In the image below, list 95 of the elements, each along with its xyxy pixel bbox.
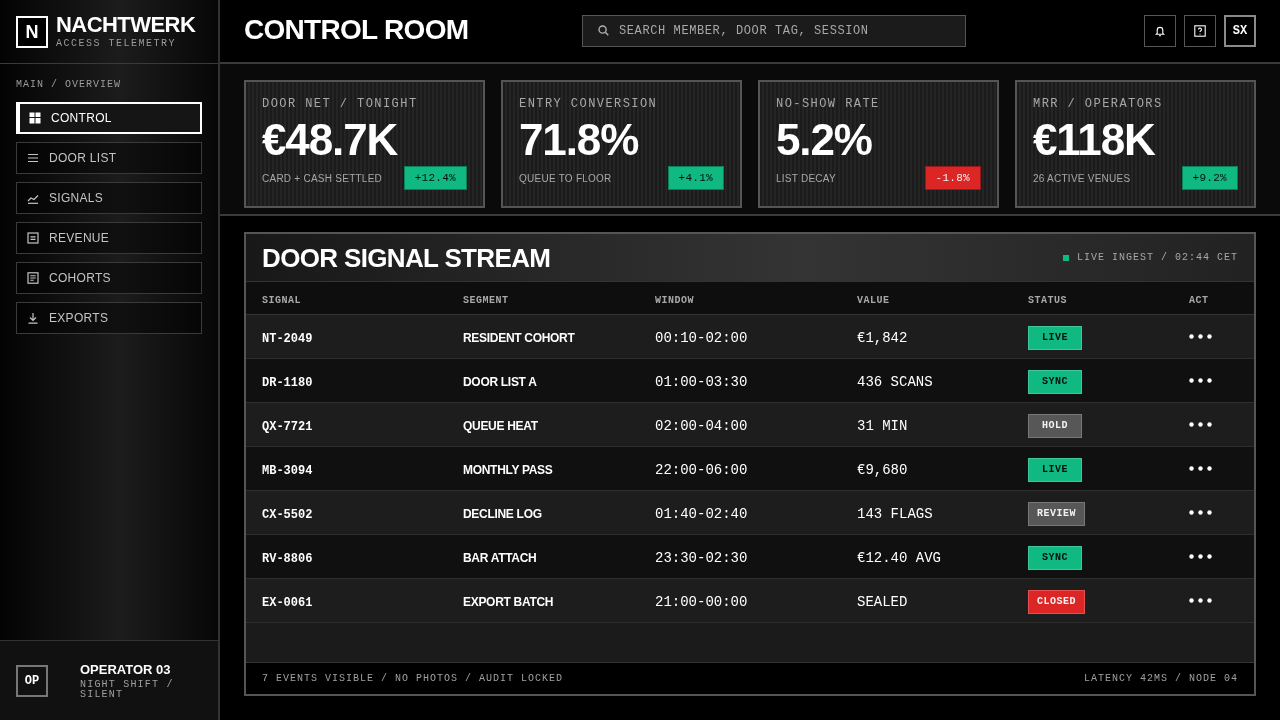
document-icon xyxy=(27,232,39,244)
signal-id: NT-2049 xyxy=(262,331,313,346)
time-window: 01:00-03:30 xyxy=(655,373,748,390)
signal-value: 143 FLAGS xyxy=(857,505,933,522)
kpi-value: 5.2% xyxy=(776,118,873,162)
nav-item[interactable]: REVENUE xyxy=(16,222,202,254)
signal-value: €1,842 xyxy=(857,329,908,346)
delta-badge: +9.2% xyxy=(1181,166,1238,190)
column-header: ACT xyxy=(1189,295,1209,306)
document-icon xyxy=(27,272,39,284)
user-avatar: OP xyxy=(16,664,48,697)
more-icon[interactable] xyxy=(1189,510,1212,515)
help-button[interactable] xyxy=(1184,15,1216,47)
kpi-note: QUEUE TO FLOOR xyxy=(519,171,612,186)
column-header: VALUE xyxy=(857,295,890,306)
user-name: OPERATOR 03 xyxy=(80,661,172,678)
time-window: 22:00-06:00 xyxy=(655,461,748,478)
more-icon[interactable] xyxy=(1189,422,1212,427)
list-icon xyxy=(27,152,39,164)
segment-name: DECLINE LOG xyxy=(463,506,542,521)
signal-value: 436 SCANS xyxy=(857,373,933,390)
signal-id: MB-3094 xyxy=(262,463,313,478)
kpi-label: NO-SHOW RATE xyxy=(776,96,881,112)
user-status: NIGHT SHIFT / SILENT xyxy=(80,679,175,700)
page-title: CONTROL ROOM xyxy=(244,16,469,44)
notifications-button[interactable] xyxy=(1144,15,1176,47)
nav-item[interactable]: SIGNALS xyxy=(16,182,202,214)
segment-name: DOOR LIST A xyxy=(463,374,537,389)
search-icon xyxy=(598,25,609,36)
signal-id: EX-0061 xyxy=(262,595,313,610)
more-icon[interactable] xyxy=(1189,466,1212,471)
more-icon[interactable] xyxy=(1189,554,1212,559)
kpi-note: 26 ACTIVE VENUES xyxy=(1033,171,1131,186)
kpi-value: 71.8% xyxy=(519,118,640,162)
nav-item[interactable]: DOOR LIST xyxy=(16,142,202,174)
delta-badge: -1.8% xyxy=(924,166,981,190)
live-status: LIVE INGEST / 02:44 CET xyxy=(1076,251,1238,265)
more-icon[interactable] xyxy=(1189,334,1212,339)
segment-name: BAR ATTACH xyxy=(463,550,537,565)
time-window: 21:00-00:00 xyxy=(655,593,748,610)
time-window: 02:00-04:00 xyxy=(655,417,748,434)
signal-id: DR-1180 xyxy=(262,375,313,390)
segment-name: QUEUE HEAT xyxy=(463,418,538,433)
signal-value: SEALED xyxy=(857,593,908,610)
footer-latency: LATENCY 42MS / NODE 04 xyxy=(1083,672,1238,686)
nav-item[interactable]: CONTROL xyxy=(16,102,202,134)
signal-id: RV-8806 xyxy=(262,551,313,566)
time-window: 23:30-02:30 xyxy=(655,549,748,566)
line-chart-icon xyxy=(27,192,39,204)
column-header: STATUS xyxy=(1028,295,1067,306)
status-badge: CLOSED xyxy=(1028,589,1085,614)
kpi-note: CARD + CASH SETTLED xyxy=(262,171,383,186)
bell-icon xyxy=(1154,25,1166,37)
column-header: SIGNAL xyxy=(262,295,301,306)
status-badge: LIVE xyxy=(1028,325,1082,350)
more-icon[interactable] xyxy=(1189,378,1212,383)
search-field[interactable]: SEARCH MEMBER, DOOR TAG, SESSION xyxy=(582,15,966,47)
kpi-value: €118K xyxy=(1033,118,1156,162)
signal-id: CX-5502 xyxy=(262,507,313,522)
segment-name: EXPORT BATCH xyxy=(463,594,554,609)
more-icon[interactable] xyxy=(1189,598,1212,603)
logo-mark: N xyxy=(16,15,48,48)
nav-item[interactable]: EXPORTS xyxy=(16,302,202,334)
time-window: 00:10-02:00 xyxy=(655,329,748,346)
segment-name: MONTHLY PASS xyxy=(463,462,553,477)
help-icon xyxy=(1194,25,1206,37)
breadcrumb: MAIN / OVERVIEW xyxy=(16,79,122,91)
download-icon xyxy=(27,312,39,324)
panel-title: DOOR SIGNAL STREAM xyxy=(262,244,551,271)
avatar-button[interactable]: SX xyxy=(1224,15,1256,47)
delta-badge: +4.1% xyxy=(667,166,724,190)
signal-value: 31 MIN xyxy=(857,417,908,434)
status-badge: SYNC xyxy=(1028,369,1082,394)
brand-tagline: ACCESS TELEMETRY xyxy=(56,37,177,50)
kpi-value: €48.7K xyxy=(262,118,399,162)
column-header: WINDOW xyxy=(655,295,694,306)
signal-value: €12.40 AVG xyxy=(857,549,941,566)
brand-name: NACHTWERK xyxy=(56,13,196,36)
status-badge: SYNC xyxy=(1028,545,1082,570)
signal-value: €9,680 xyxy=(857,461,908,478)
footer-summary: 7 EVENTS VISIBLE / NO PHOTOS / AUDIT LOCKED xyxy=(262,672,564,686)
kpi-note: LIST DECAY xyxy=(776,171,836,186)
time-window: 01:40-02:40 xyxy=(655,505,748,522)
column-header: SEGMENT xyxy=(463,295,509,306)
kpi-label: MRR / OPERATORS xyxy=(1033,96,1164,112)
status-badge: LIVE xyxy=(1028,457,1082,482)
status-badge: REVIEW xyxy=(1028,501,1085,526)
kpi-label: ENTRY CONVERSION xyxy=(519,96,659,112)
delta-badge: +12.4% xyxy=(403,166,467,190)
nav-item[interactable]: COHORTS xyxy=(16,262,202,294)
status-badge: HOLD xyxy=(1028,413,1082,438)
kpi-label: DOOR NET / TONIGHT xyxy=(262,96,419,112)
dashboard-icon xyxy=(29,112,41,124)
signal-id: QX-7721 xyxy=(262,419,313,434)
segment-name: RESIDENT COHORT xyxy=(463,330,575,345)
